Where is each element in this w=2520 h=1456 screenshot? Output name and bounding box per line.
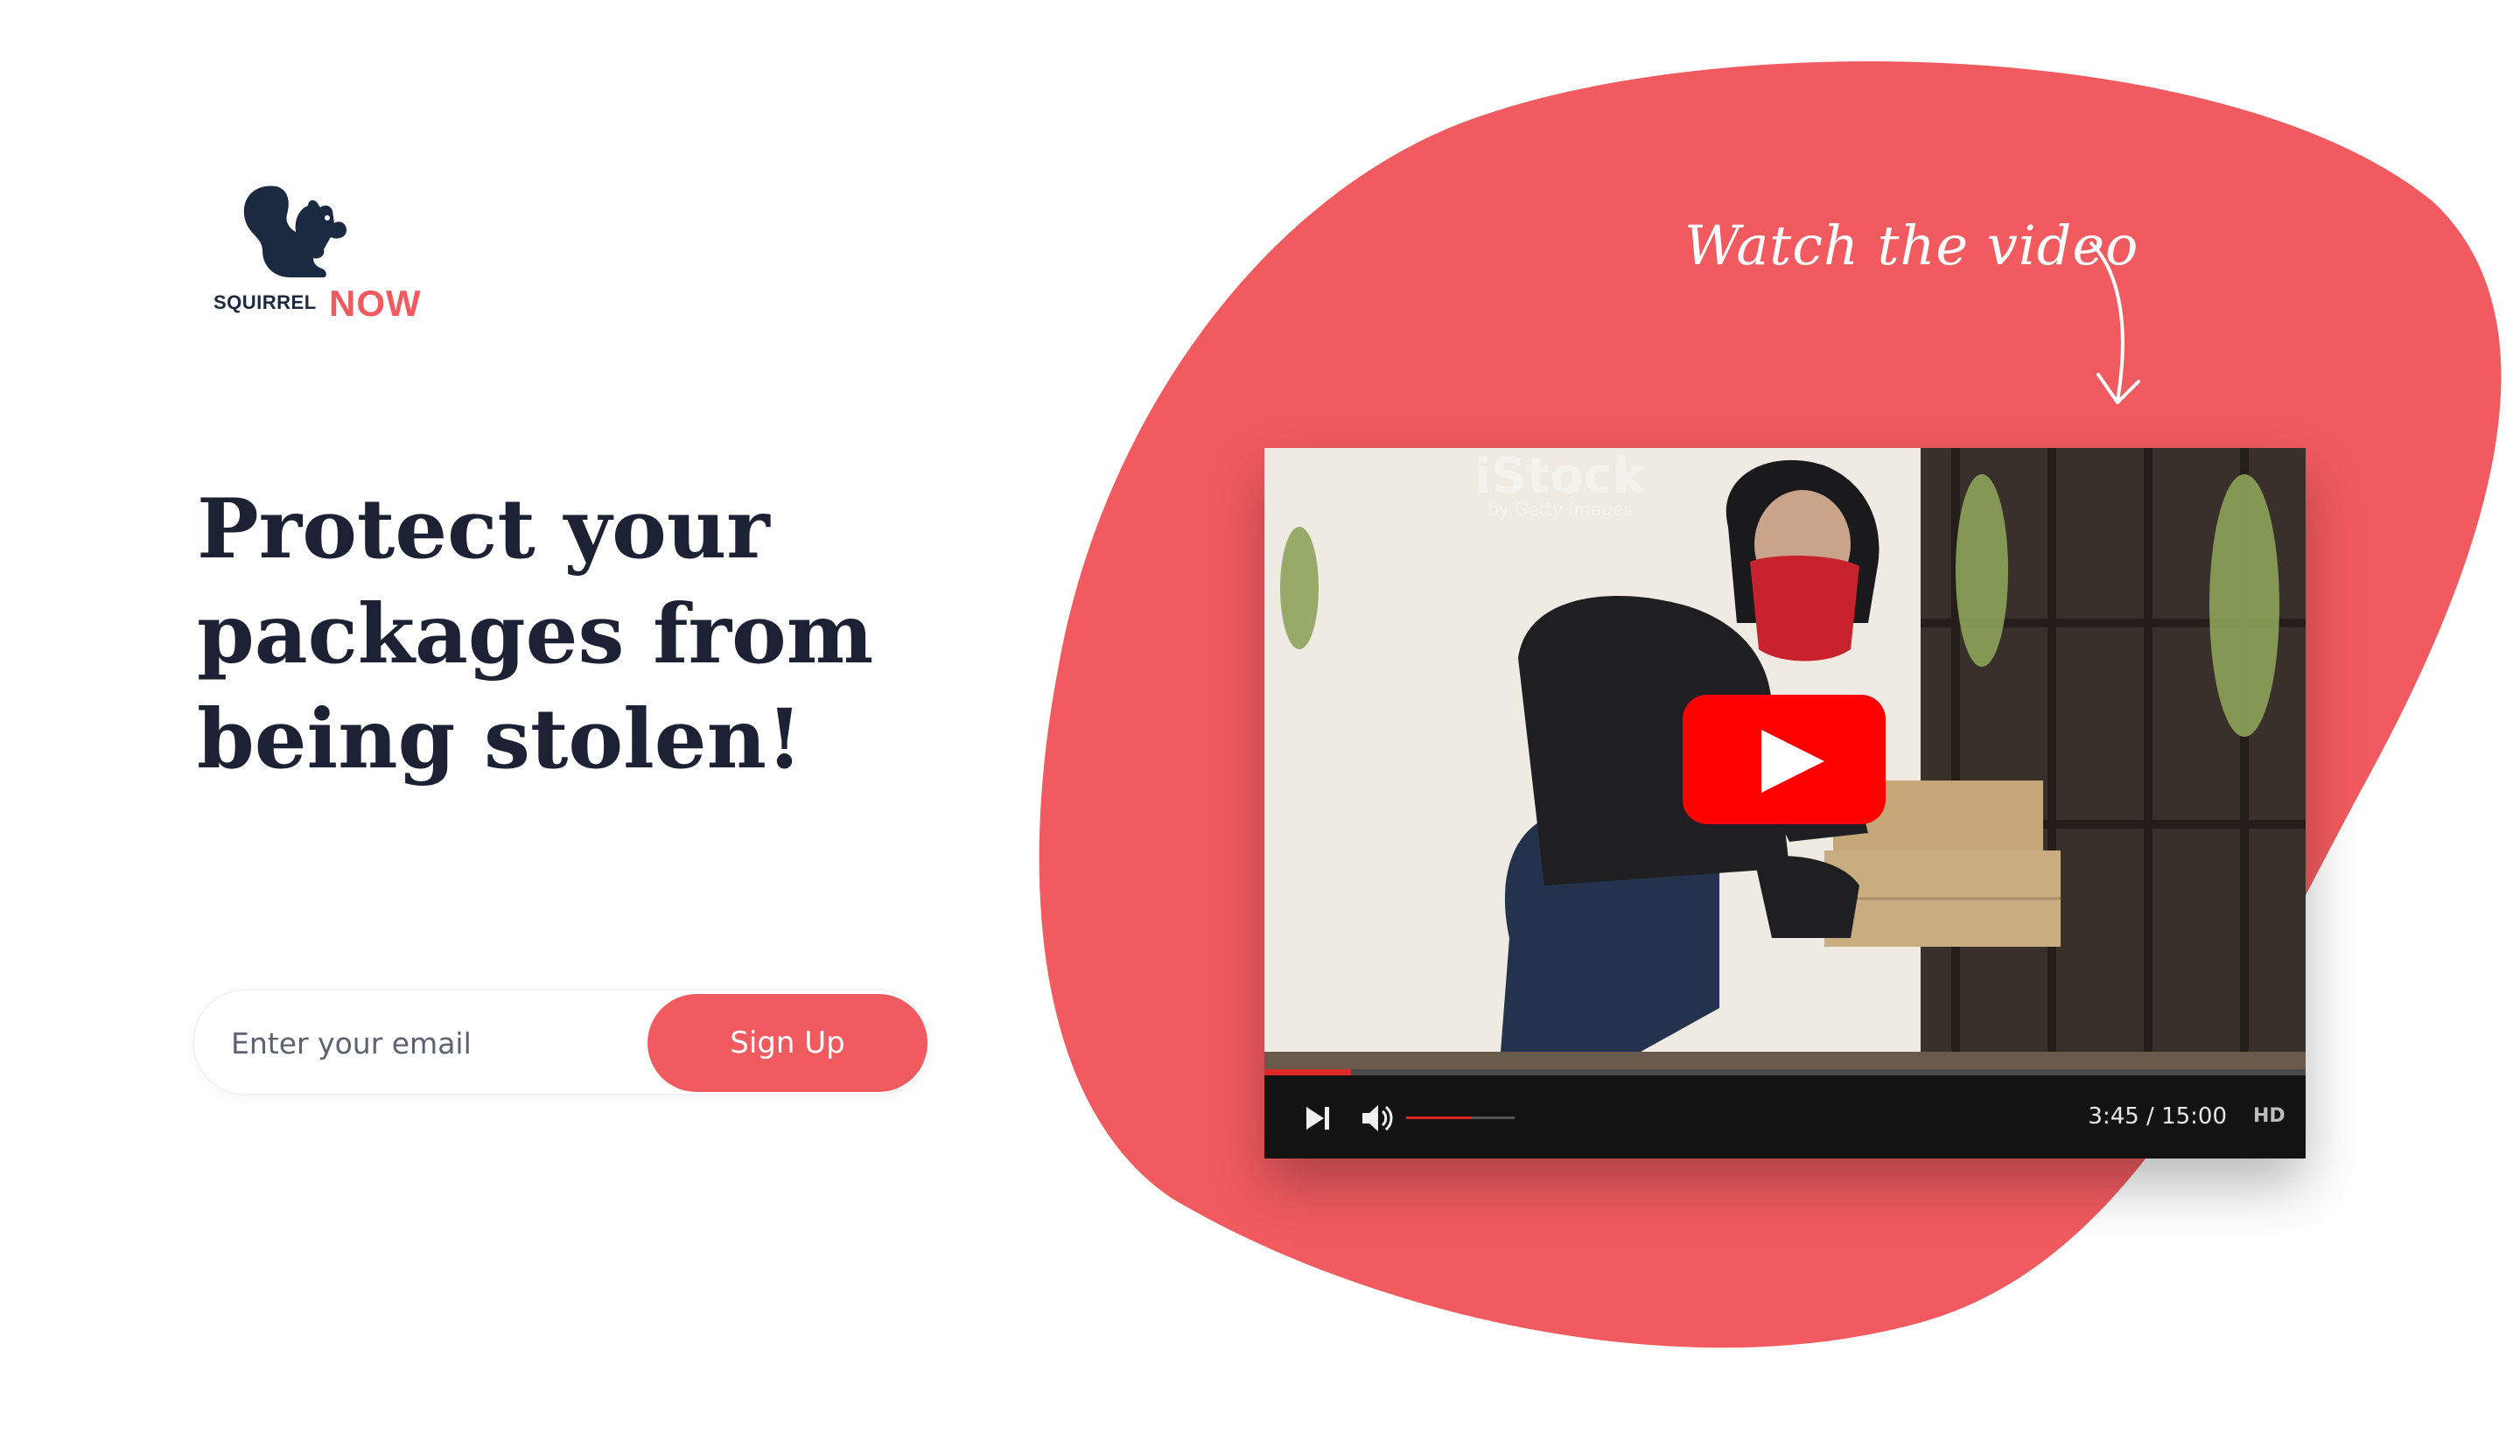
email-input[interactable] [229,1017,635,1069]
signup-form: Sign Up [194,990,928,1094]
volume-fill [1406,1116,1472,1119]
player-controls: 3:45 / 15:00 HD [1264,1075,2306,1158]
watermark-text: iStock [1474,448,1646,505]
time-display: 3:45 / 15:00 [2088,1103,2227,1130]
logo-word-now: NOW [329,283,422,324]
progress-fill [1264,1069,1351,1075]
sign-up-button[interactable]: Sign Up [648,994,928,1092]
logo-word-squirrel: SQUIRREL [214,291,317,313]
hd-quality-button[interactable]: HD [2253,1105,2286,1127]
next-icon[interactable] [1303,1103,1333,1133]
hero-headline: Protect your packages from being stolen! [197,481,874,788]
brand-logo[interactable]: SQUIRREL NOW [210,179,455,332]
progress-bar[interactable] [1264,1069,2306,1075]
volume-slider[interactable] [1406,1116,1515,1119]
watch-video-callout: Watch the video [1684,214,2139,277]
curved-arrow-icon [2090,242,2140,404]
play-button[interactable] [1683,695,1886,824]
video-player[interactable]: iStock by Getty Images 3:45 / 15:00 HD [1264,448,2306,1158]
watermark-sub: by Getty Images [1488,499,1633,520]
squirrel-icon [243,186,346,277]
volume-icon[interactable] [1361,1103,1396,1133]
